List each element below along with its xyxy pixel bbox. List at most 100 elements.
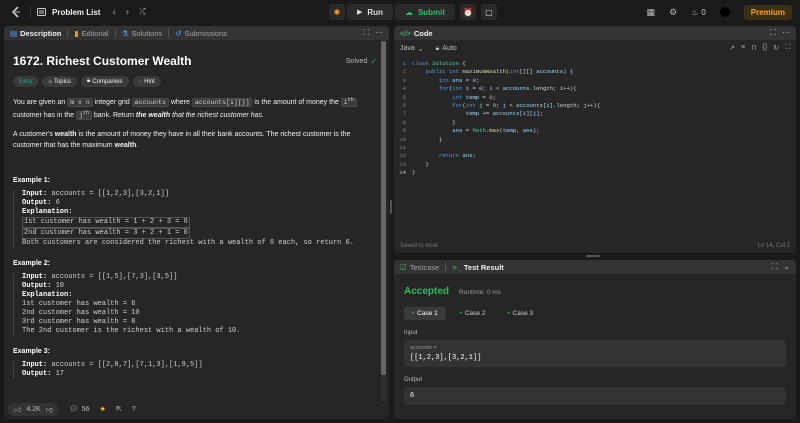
output-value: 6 xyxy=(410,392,415,400)
example-2-block: Input: accounts = [[1,5],[7,3],[3,5]] Ou… xyxy=(13,273,377,337)
code-editor[interactable]: 1 class Solution { 2 public int maximumWe… xyxy=(394,60,796,177)
explanation-line: Both customers are considered the riches… xyxy=(22,239,354,248)
companies-chip[interactable]: 🔒︎ Companies xyxy=(80,76,129,87)
vertical-resize-handle[interactable] xyxy=(390,200,392,214)
maximize-icon[interactable]: ⛶ xyxy=(363,28,369,38)
text: A customer's xyxy=(13,131,55,139)
auto-mode[interactable]: 🔒︎ Auto xyxy=(436,45,457,53)
case-tab-3[interactable]: • Case 3 xyxy=(499,307,541,320)
tab-solutions[interactable]: ⚗ Solutions xyxy=(116,26,169,40)
code-line: 1 class Solution { xyxy=(402,60,466,67)
next-problem-icon[interactable]: › xyxy=(126,7,129,18)
more-options-icon[interactable]: ⋯ xyxy=(782,28,790,38)
problem-list-button[interactable]: Problem List xyxy=(37,8,100,17)
scrollbar-thumb[interactable] xyxy=(381,41,386,375)
hint-chip[interactable]: ◌ Hint xyxy=(132,76,161,87)
explanation-line: 2nd customer has wealth = 3 + 2 + 1 = 6 xyxy=(22,228,190,240)
tab-test-result[interactable]: >_ Test Result xyxy=(446,260,509,274)
case-tab-1[interactable]: • Case 1 xyxy=(404,307,446,320)
example-3-title: Example 3: xyxy=(13,348,50,356)
notes-button[interactable]: ▢ xyxy=(481,4,498,20)
input-label: Input: xyxy=(22,190,48,199)
braces-icon[interactable]: {} xyxy=(763,44,768,52)
example-3-block: Input: accounts = [[2,8,7],[7,1,3],[1,9,… xyxy=(13,361,377,380)
tab-description-label: Description xyxy=(20,28,62,38)
explanation-label: Explanation: xyxy=(22,208,73,217)
chevron-down-icon: ⌄ xyxy=(417,46,424,53)
share-icon[interactable]: ⇱ xyxy=(116,405,122,413)
reorder-icon[interactable]: ≡ xyxy=(741,44,745,52)
thumbs-down-icon[interactable]: 👎︎ xyxy=(46,405,53,414)
pass-dot-icon: • xyxy=(459,310,462,317)
inline-code: m x n xyxy=(67,98,93,108)
user-avatar[interactable] xyxy=(719,7,730,17)
text: is the amount of money the xyxy=(252,99,341,107)
run-button[interactable]: ▶ Run xyxy=(347,4,393,20)
top-navbar: Problem List ‹ › ⤮ ✱ ▶ Run ☁ Submit ⏰ ▢ … xyxy=(0,0,800,24)
bookmark-icon[interactable]: ⊓ xyxy=(751,44,756,52)
problem-title[interactable]: 1672. Richest Customer Wealth xyxy=(13,54,192,68)
code-line: 6 for(int j = 0; j < accounts[i].length;… xyxy=(402,101,601,109)
language-select[interactable]: Java ⌄ xyxy=(400,45,424,53)
text: integer grid xyxy=(92,99,132,107)
shuffle-icon[interactable]: ⤮ xyxy=(139,7,145,17)
submit-button[interactable]: ☁ Submit xyxy=(394,4,456,20)
tab-submissions-label: Submissions xyxy=(184,28,228,38)
input-box: accounts = [[1,2,3],[3,2,1]] xyxy=(404,340,786,367)
text: the wealth xyxy=(135,112,171,120)
description-paragraph-2: A customer's wealth is the amount of mon… xyxy=(13,129,377,151)
maximize-icon[interactable]: ⛶ xyxy=(772,262,778,272)
tab-testcase[interactable]: ☑ Testcase xyxy=(394,260,445,274)
reset-icon[interactable]: ↻ xyxy=(773,44,779,52)
topics-chip[interactable]: ⌂ Topics xyxy=(42,76,77,87)
code-brackets-icon: </> xyxy=(400,28,411,38)
tab-code[interactable]: </> Code xyxy=(394,26,439,40)
settings-gear-icon[interactable]: ⚙ xyxy=(669,7,677,18)
comments-button[interactable]: 💬︎ 56 xyxy=(69,405,90,414)
fullscreen-icon[interactable]: ⛶ xyxy=(785,44,790,52)
timer-button[interactable]: ⏰ xyxy=(460,4,477,20)
prev-problem-icon[interactable]: ‹ xyxy=(112,7,115,18)
problem-list-label: Problem List xyxy=(52,7,101,17)
superscript: th xyxy=(347,97,354,103)
thumbs-up-icon[interactable]: 👍︎ xyxy=(14,405,21,414)
tab-testcase-label: Testcase xyxy=(409,262,440,272)
code-line: 14} xyxy=(399,169,416,177)
debug-button[interactable]: ✱ xyxy=(329,4,345,20)
text: where xyxy=(168,99,192,107)
code-tabbar: </> Code ⛶ ⋯ xyxy=(394,26,796,40)
streak-counter[interactable]: ♨ 0 xyxy=(691,8,706,17)
topics-label: Topics xyxy=(53,78,71,85)
cursor-position: Ln 14, Col 2 xyxy=(757,243,790,249)
tab-description[interactable]: ▤ Description xyxy=(4,26,67,40)
more-options-icon[interactable]: ⋯ xyxy=(375,28,383,38)
help-icon[interactable]: ? xyxy=(132,406,136,413)
checkbox-icon: ☑ xyxy=(400,262,407,272)
check-circle-icon: ✓ xyxy=(370,56,377,66)
play-icon: ▶ xyxy=(357,9,363,16)
maximize-icon[interactable]: ⛶ xyxy=(770,28,776,38)
code-line: 10 } xyxy=(399,135,443,143)
case-tab-2[interactable]: • Case 2 xyxy=(452,307,494,320)
code-line: 2 public int maximumWealth(int[][] accou… xyxy=(402,68,574,76)
example-1-title: Example 1: xyxy=(13,177,50,185)
code-line: 5 int temp = 0; xyxy=(402,93,496,101)
comment-count: 56 xyxy=(81,405,90,413)
left-tabbar: ▤ Description ▮ Editorial ⚗ Solutions ↺ … xyxy=(4,26,389,40)
leetcode-logo-icon[interactable] xyxy=(10,6,22,18)
star-icon[interactable]: ★ xyxy=(100,405,106,413)
tab-submissions[interactable]: ↺ Submissions xyxy=(169,26,233,40)
premium-button[interactable]: Premium xyxy=(743,4,792,20)
run-label: Run xyxy=(367,7,383,17)
lock-icon: 🔒︎ xyxy=(435,45,440,52)
tab-editorial[interactable]: ▮ Editorial xyxy=(68,26,114,40)
horizontal-resize-handle[interactable] xyxy=(586,255,600,257)
output-section-label: Output xyxy=(404,377,423,383)
format-icon[interactable]: ↗ xyxy=(729,44,735,52)
layout-grid-icon[interactable]: ▦ xyxy=(647,7,656,18)
inline-code: jth xyxy=(76,110,92,121)
like-dislike-group: 👍︎ 4.2K 👎︎ xyxy=(8,402,59,416)
history-icon: ↺ xyxy=(175,28,182,38)
input-var-name: accounts = xyxy=(410,345,437,351)
collapse-icon[interactable]: ⌄ xyxy=(783,262,790,272)
